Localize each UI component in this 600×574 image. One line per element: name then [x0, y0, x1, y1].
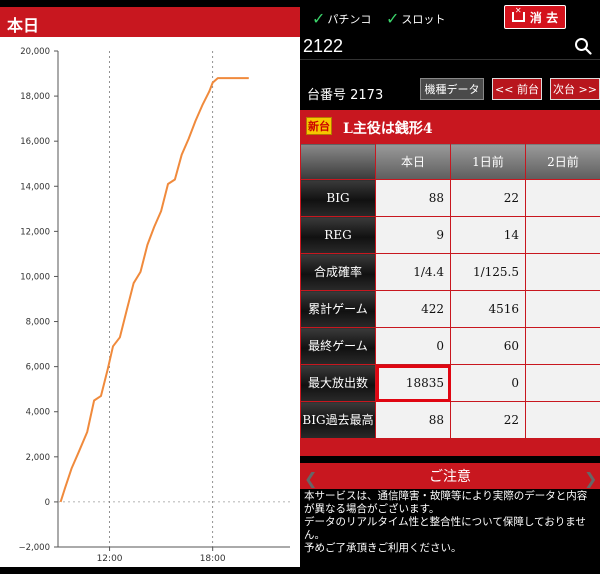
y-tick-label: 20,000: [20, 47, 50, 57]
cell-d1: 4516: [450, 290, 526, 328]
y-tick-label: −2,000: [19, 543, 50, 553]
slot-filter[interactable]: ✓ スロット: [386, 9, 445, 28]
cell-today: 9: [375, 216, 451, 254]
row-label: BIG過去最高: [300, 401, 376, 439]
next-machine-button[interactable]: 次台 >>: [550, 78, 600, 100]
cell-d1: 22: [450, 179, 526, 217]
cell-today: 88: [375, 179, 451, 217]
column-header-2day: 2日前: [525, 143, 600, 180]
y-tick-label: 2,000: [26, 453, 50, 463]
check-icon: ✓: [386, 9, 400, 28]
notice-title: ご注意: [300, 463, 600, 489]
series-line: [59, 77, 249, 503]
machine-number: 台番号 2173: [307, 88, 384, 103]
row-label: REG: [300, 216, 376, 254]
y-tick-label: 0: [45, 498, 50, 508]
machine-data-table: 本日 1日前 2日前 BIG 88 22 REG 9 14 合成確率 1/4.4 1/125.5…: [300, 143, 600, 439]
notice-line: 本サービスは、通信障害・故障等により実際のデータと内容が異なる場合がございます。: [304, 490, 588, 515]
table-row: REG 9 14: [300, 216, 600, 254]
y-tick-label: 12,000: [20, 227, 50, 237]
cell-d2: [525, 179, 600, 217]
machine-name: L主役は銭形4: [343, 121, 433, 137]
x-tick-label: 12:00: [97, 554, 123, 564]
cell-d1: 60: [450, 327, 526, 365]
notice-line: データのリアルタイム性と整合性について保障しておりません。: [304, 516, 586, 541]
search-input[interactable]: [303, 34, 563, 58]
notice-body: 本サービスは、通信障害・故障等により実際のデータと内容が異なる場合がございます。…: [304, 490, 594, 555]
notice-line: 予めご了承頂きご利用ください。: [304, 542, 462, 554]
row-label: BIG: [300, 179, 376, 217]
cell-d1: 1/125.5: [450, 253, 526, 291]
table-row: BIG過去最高 88 22: [300, 401, 600, 439]
notice-prev-arrow[interactable]: ❮: [304, 469, 317, 488]
search-icon[interactable]: [574, 37, 592, 55]
cell-today: 1/4.4: [375, 253, 451, 291]
row-label: 最大放出数: [300, 364, 376, 402]
table-corner: [300, 143, 376, 180]
cell-today: 422: [375, 290, 451, 328]
y-tick-label: 4,000: [26, 408, 50, 418]
table-row: BIG 88 22: [300, 179, 600, 217]
y-tick-label: 16,000: [20, 137, 50, 147]
pachinko-filter[interactable]: ✓ パチンコ: [312, 9, 371, 28]
x-tick-label: 18:00: [200, 554, 226, 564]
cell-d2: [525, 253, 600, 291]
cell-d2: [525, 327, 600, 365]
table-row: 合成確率 1/4.4 1/125.5: [300, 253, 600, 291]
row-label: 合成確率: [300, 253, 376, 291]
cell-d1: 14: [450, 216, 526, 254]
y-tick-label: 6,000: [26, 363, 50, 373]
clear-icon: [511, 6, 525, 22]
table-row: 最大放出数 18835 0: [300, 364, 600, 402]
cell-d1: 22: [450, 401, 526, 439]
clear-button[interactable]: 消 去: [504, 5, 566, 29]
slump-graph: 20,000 18,000 16,000 14,000 12,000 10,000 8,00…: [19, 47, 290, 564]
search-bar: [300, 33, 600, 60]
cell-today: 0: [375, 327, 451, 365]
row-label: 累計ゲーム: [300, 290, 376, 328]
chart-title: 本日: [7, 16, 40, 35]
prev-machine-button[interactable]: << 前台: [492, 78, 542, 100]
table-row: 累計ゲーム 422 4516: [300, 290, 600, 328]
cell-today: 88: [375, 401, 451, 439]
y-tick-label: 10,000: [20, 272, 50, 282]
cell-d2: [525, 290, 600, 328]
cell-d2: [525, 401, 600, 439]
new-machine-badge: 新台: [306, 117, 332, 135]
cell-d2: [525, 216, 600, 254]
cell-d1: 0: [450, 364, 526, 402]
column-header-1day: 1日前: [450, 143, 526, 180]
row-label: 最終ゲーム: [300, 327, 376, 365]
cell-d2: [525, 364, 600, 402]
table-header-row: 本日 1日前 2日前: [300, 143, 600, 180]
y-tick-label: 14,000: [20, 182, 50, 192]
table-row: 最終ゲーム 0 60: [300, 327, 600, 365]
notice-next-arrow[interactable]: ❯: [584, 469, 597, 488]
check-icon: ✓: [312, 9, 326, 28]
y-tick-label: 8,000: [26, 318, 50, 328]
chart-header: [0, 7, 300, 38]
cell-today: 18835: [375, 364, 451, 402]
column-header-today: 本日: [375, 143, 451, 180]
y-tick-label: 18,000: [20, 92, 50, 102]
model-data-button[interactable]: 機種データ: [420, 78, 484, 100]
